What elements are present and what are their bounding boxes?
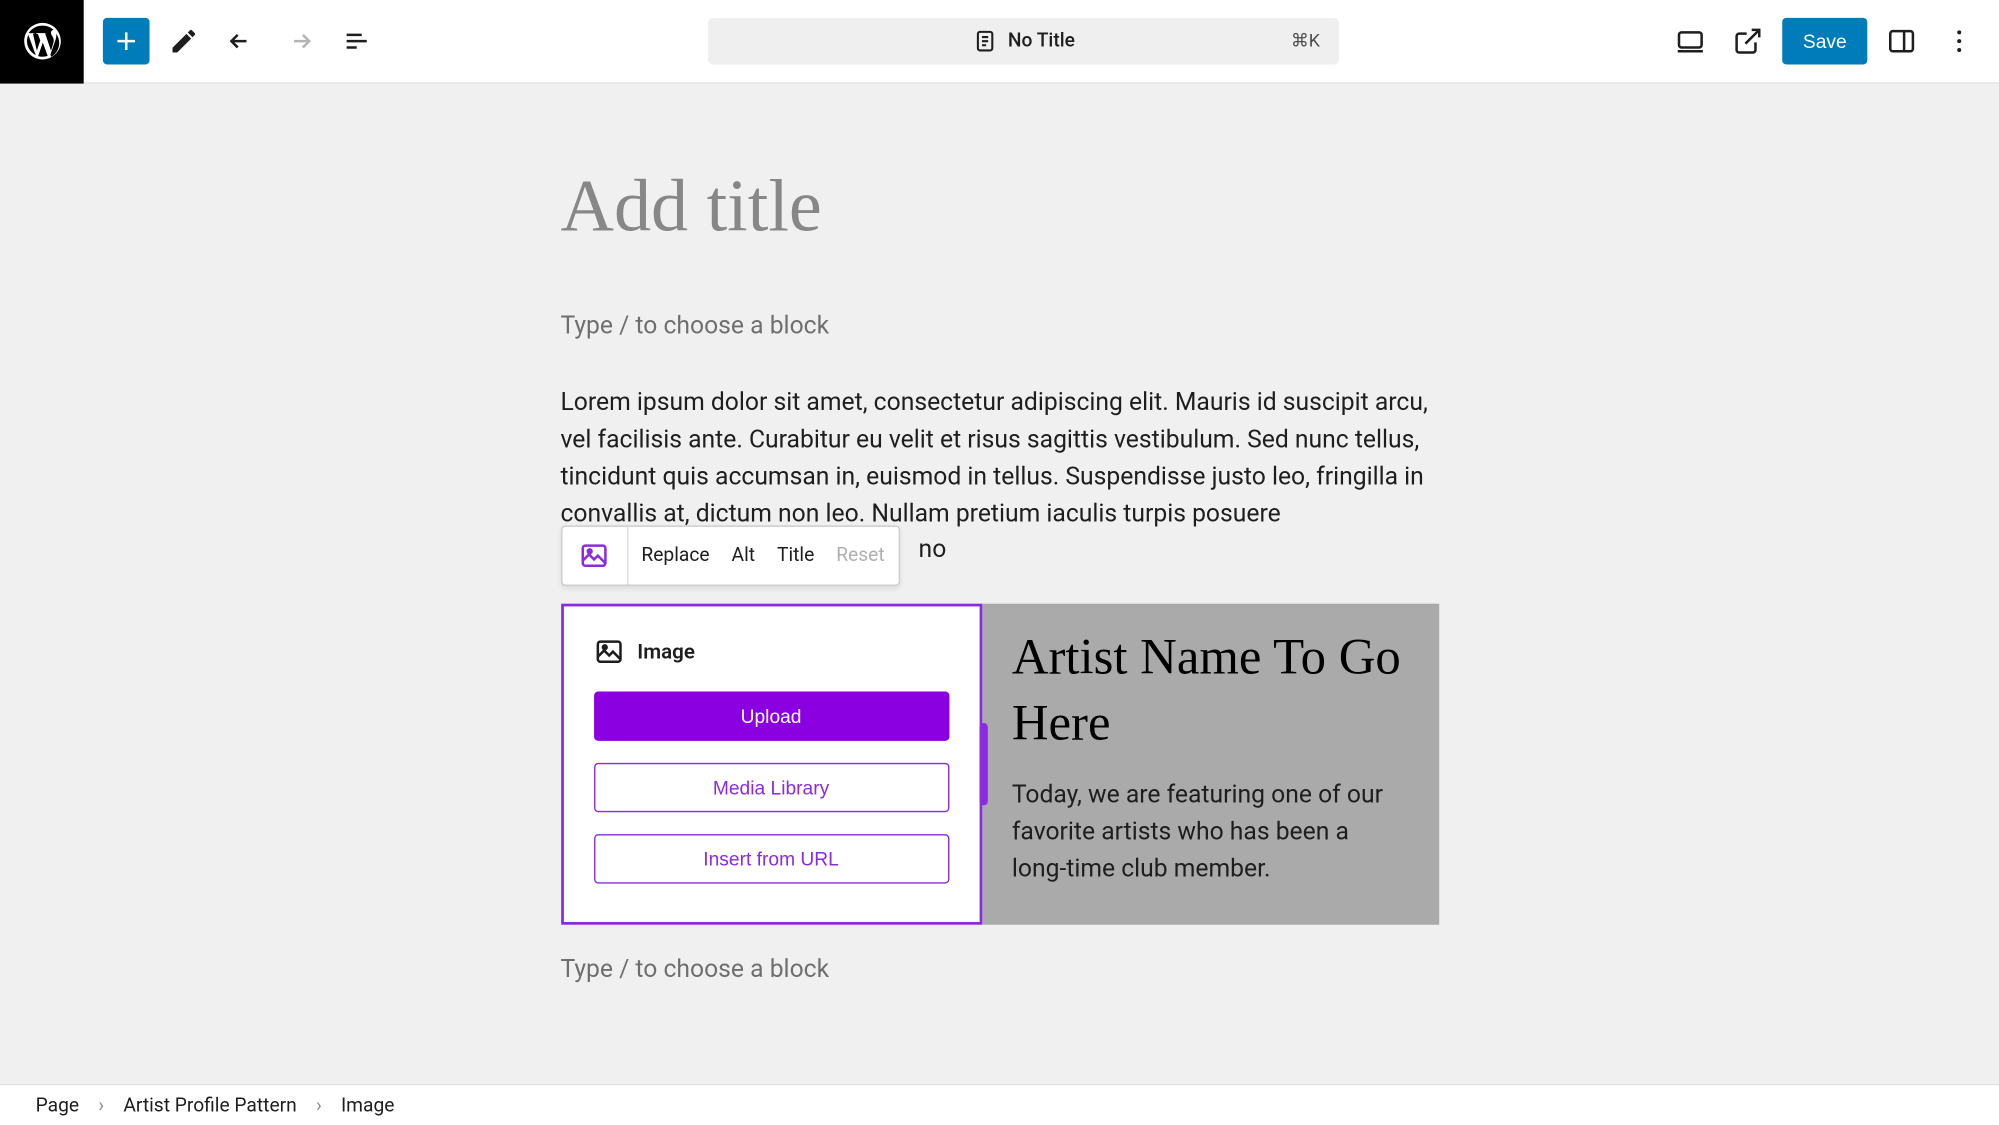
image-icon [593, 637, 623, 667]
undo-icon [226, 26, 256, 56]
breadcrumb-item[interactable]: Artist Profile Pattern [123, 1094, 296, 1116]
image-icon [579, 541, 609, 571]
save-button[interactable]: Save [1782, 18, 1867, 65]
paragraph-trail: no [919, 535, 947, 564]
paragraph-text: Lorem ipsum dolor sit amet, consectetur … [560, 388, 1427, 528]
wordpress-logo[interactable] [0, 0, 84, 83]
breadcrumb-item[interactable]: Image [341, 1094, 395, 1116]
toolbar-left [84, 18, 380, 65]
editor-canvas: Add title Type / to choose a block Lorem… [0, 84, 1999, 1125]
wordpress-icon [20, 19, 64, 63]
content-area: Add title Type / to choose a block Lorem… [560, 84, 1438, 984]
toolbar-right: Save [1667, 18, 1982, 65]
image-placeholder-header: Image [593, 637, 948, 667]
pencil-icon [169, 26, 199, 56]
image-placeholder-block[interactable]: Image Upload Media Library Insert from U… [560, 604, 981, 925]
list-icon [342, 26, 372, 56]
block-prompt[interactable]: Type / to choose a block [560, 311, 1438, 340]
media-library-button[interactable]: Media Library [593, 763, 948, 812]
artist-heading[interactable]: Artist Name To Go Here [1012, 626, 1409, 758]
add-block-button[interactable] [103, 18, 150, 65]
sidebar-icon [1887, 26, 1917, 56]
redo-icon [284, 26, 314, 56]
resize-handle[interactable] [979, 723, 987, 805]
document-icon [972, 29, 997, 54]
document-overview-button[interactable] [333, 18, 380, 65]
redo-button[interactable] [276, 18, 323, 65]
undo-button[interactable] [218, 18, 265, 65]
breadcrumb-item[interactable]: Page [36, 1094, 79, 1116]
plus-icon [111, 26, 141, 56]
block-breadcrumb: Page › Artist Profile Pattern › Image [0, 1084, 1999, 1125]
title-button[interactable]: Title [777, 539, 814, 572]
insert-from-url-button[interactable]: Insert from URL [593, 834, 948, 883]
external-link-icon [1733, 26, 1763, 56]
block-prompt-after[interactable]: Type / to choose a block [560, 955, 1438, 984]
settings-panel-button[interactable] [1878, 18, 1925, 65]
upload-button[interactable]: Upload [593, 691, 948, 740]
page-title-input[interactable]: Add title [560, 163, 1438, 248]
block-toolbar-items: Replace Alt Title Reset [628, 539, 899, 572]
media-text-block: Image Upload Media Library Insert from U… [560, 604, 1438, 925]
more-vertical-icon [1944, 26, 1974, 56]
keyboard-shortcut: ⌘K [1291, 31, 1320, 52]
document-title-bar[interactable]: No Title ⌘K [708, 18, 1339, 65]
image-placeholder-label: Image [637, 639, 695, 664]
reset-button[interactable]: Reset [836, 539, 884, 572]
document-title: No Title [1008, 30, 1075, 52]
breadcrumb-separator: › [98, 1094, 104, 1116]
device-icon [1675, 26, 1705, 56]
editor-toolbar: No Title ⌘K Save [0, 0, 1999, 84]
alt-button[interactable]: Alt [732, 539, 755, 572]
artist-description[interactable]: Today, we are featuring one of our favor… [1012, 777, 1409, 888]
toolbar-center: No Title ⌘K [380, 18, 1667, 65]
block-toolbar: Replace Alt Title Reset [560, 525, 899, 585]
view-button[interactable] [1667, 18, 1714, 65]
tools-button[interactable] [161, 18, 208, 65]
paragraph-block[interactable]: Lorem ipsum dolor sit amet, consectetur … [560, 384, 1438, 532]
breadcrumb-separator: › [316, 1094, 322, 1116]
preview-button[interactable] [1725, 18, 1772, 65]
block-type-button[interactable] [562, 527, 628, 585]
more-options-button[interactable] [1936, 18, 1983, 65]
artist-info-column: Artist Name To Go Here Today, we are fea… [982, 604, 1439, 925]
replace-button[interactable]: Replace [641, 539, 709, 572]
